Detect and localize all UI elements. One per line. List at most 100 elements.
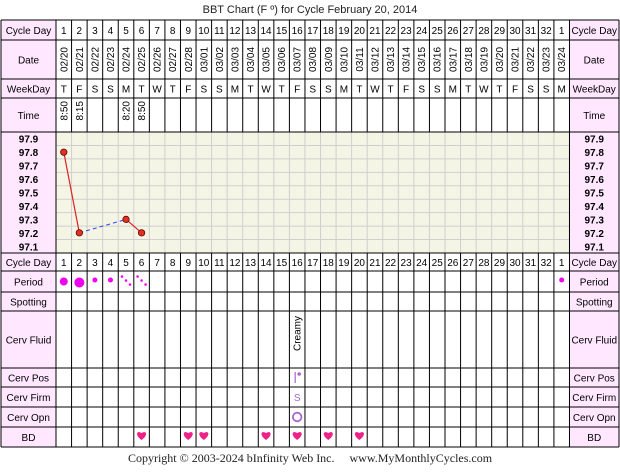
- row-label-right: Cerv Opn: [573, 413, 616, 424]
- cycle-day-number: 26: [447, 258, 459, 269]
- bd-heart-icon: [261, 432, 271, 440]
- weekday-letter: S: [434, 85, 441, 96]
- weekday-letter: W: [152, 85, 162, 96]
- cycle-day-number: 19: [338, 26, 350, 37]
- weekday-letter: S: [107, 85, 114, 96]
- weekday-letter: T: [139, 85, 145, 96]
- cycle-day-number: 25: [432, 258, 444, 269]
- weekday-letter: T: [247, 85, 253, 96]
- temp-label-left: 97.8: [19, 148, 39, 159]
- row-label-left: WeekDay: [7, 85, 50, 96]
- bd-heart-icon: [199, 432, 209, 440]
- weekday-letter: S: [309, 85, 316, 96]
- row-label-left: Cerv Firm: [7, 393, 51, 404]
- temp-point: [137, 229, 146, 237]
- date-label: 02/28: [184, 47, 195, 72]
- cycle-day-number: 15: [276, 258, 288, 269]
- temp-label-right: 97.8: [585, 148, 605, 159]
- weekday-letter: T: [387, 85, 393, 96]
- cycle-day-number: 14: [260, 258, 272, 269]
- period-spotting-dot: [136, 275, 139, 278]
- cycle-day-number: 16: [292, 26, 304, 37]
- period-light-dot: [559, 277, 565, 283]
- cycle-day-number: 10: [198, 258, 210, 269]
- cycle-day-number: 5: [123, 258, 129, 269]
- cycle-day-number: 28: [478, 26, 490, 37]
- cycle-day-number: 10: [198, 26, 210, 37]
- cycle-day-number: 28: [478, 258, 490, 269]
- date-label: 02/20: [59, 47, 70, 72]
- weekday-letter: F: [294, 85, 300, 96]
- temp-label-right: 97.2: [585, 229, 605, 240]
- cycle-day-number: 18: [323, 26, 335, 37]
- cycle-day-number: 18: [323, 258, 335, 269]
- cycle-day-number: 17: [307, 26, 319, 37]
- temp-label-left: 97.9: [19, 135, 39, 146]
- date-label: 02/21: [75, 47, 86, 72]
- cycle-day-number: 29: [494, 26, 506, 37]
- row-label-right: Cerv Pos: [574, 374, 615, 385]
- period-spotting-dot: [120, 275, 124, 278]
- date-label: 03/22: [526, 47, 537, 72]
- row-label-right: Time: [583, 111, 605, 122]
- date-label: 03/06: [277, 47, 288, 72]
- cycle-day-number: 22: [385, 26, 397, 37]
- cycle-day-number: 30: [509, 26, 521, 37]
- row-label-right: Date: [584, 56, 606, 67]
- cycle-day-number: 24: [416, 258, 428, 269]
- date-label: 03/23: [542, 47, 553, 72]
- weekday-letter: S: [325, 85, 332, 96]
- cycle-day-number: 1: [61, 26, 67, 37]
- row-label-right: Spotting: [576, 298, 613, 309]
- cycle-day-number: 16: [292, 258, 304, 269]
- cycle-day-number: 32: [541, 258, 553, 269]
- cerv-firm-text: S: [294, 393, 301, 404]
- cycle-day-number: 2: [77, 26, 83, 37]
- row-label-right: Cycle Day: [571, 26, 617, 37]
- cycle-day-number: 24: [416, 26, 428, 37]
- cycle-day-number: 26: [447, 26, 459, 37]
- cycle-day-number: 15: [276, 26, 288, 37]
- date-label: 03/11: [355, 47, 366, 72]
- row-label-right: Cycle Day: [571, 258, 617, 269]
- date-label: 03/08: [308, 47, 319, 72]
- chart-title: BBT Chart (F º) for Cycle February 20, 2…: [203, 4, 418, 16]
- temp-label-left: 97.2: [19, 229, 39, 240]
- date-label: 03/01: [199, 47, 210, 72]
- cycle-day-number: 4: [108, 258, 114, 269]
- cycle-day-number: 20: [354, 258, 366, 269]
- row-label-left: Period: [14, 278, 43, 289]
- cycle-day-number: 1: [559, 258, 565, 269]
- weekday-letter: S: [543, 85, 550, 96]
- temp-label-right: 97.9: [585, 135, 605, 146]
- time-label: 8:20: [122, 101, 133, 121]
- bd-heart-icon: [292, 432, 302, 440]
- cycle-day-number: 9: [185, 258, 191, 269]
- weekday-letter: F: [185, 85, 191, 96]
- weekday-letter: S: [200, 85, 207, 96]
- weekday-letter: T: [465, 85, 471, 96]
- cycle-day-number: 23: [401, 26, 413, 37]
- temp-label-left: 97.4: [19, 202, 39, 213]
- cycle-day-number: 12: [229, 26, 241, 37]
- temp-label-right: 97.6: [585, 175, 605, 186]
- weekday-letter: M: [449, 85, 457, 96]
- period-spotting-dot: [140, 279, 143, 282]
- cycle-day-number: 29: [494, 258, 506, 269]
- date-label: 02/25: [137, 47, 148, 72]
- cycle-day-number: 22: [385, 258, 397, 269]
- date-label: 03/24: [557, 47, 568, 72]
- row-label-left: Date: [18, 56, 40, 67]
- row-label-left: Cerv Opn: [7, 413, 50, 424]
- cycle-day-number: 3: [92, 258, 98, 269]
- bd-heart-icon: [183, 432, 193, 440]
- date-label: 03/07: [293, 47, 304, 72]
- temp-point: [75, 229, 83, 237]
- cycle-day-number: 2: [77, 258, 83, 269]
- cycle-day-number: 11: [214, 26, 225, 37]
- row-label-left: Spotting: [10, 298, 47, 309]
- weekday-letter: S: [92, 85, 99, 96]
- cycle-day-number: 1: [61, 258, 67, 269]
- temp-label-right: 97.4: [585, 202, 605, 213]
- weekday-letter: F: [76, 85, 82, 96]
